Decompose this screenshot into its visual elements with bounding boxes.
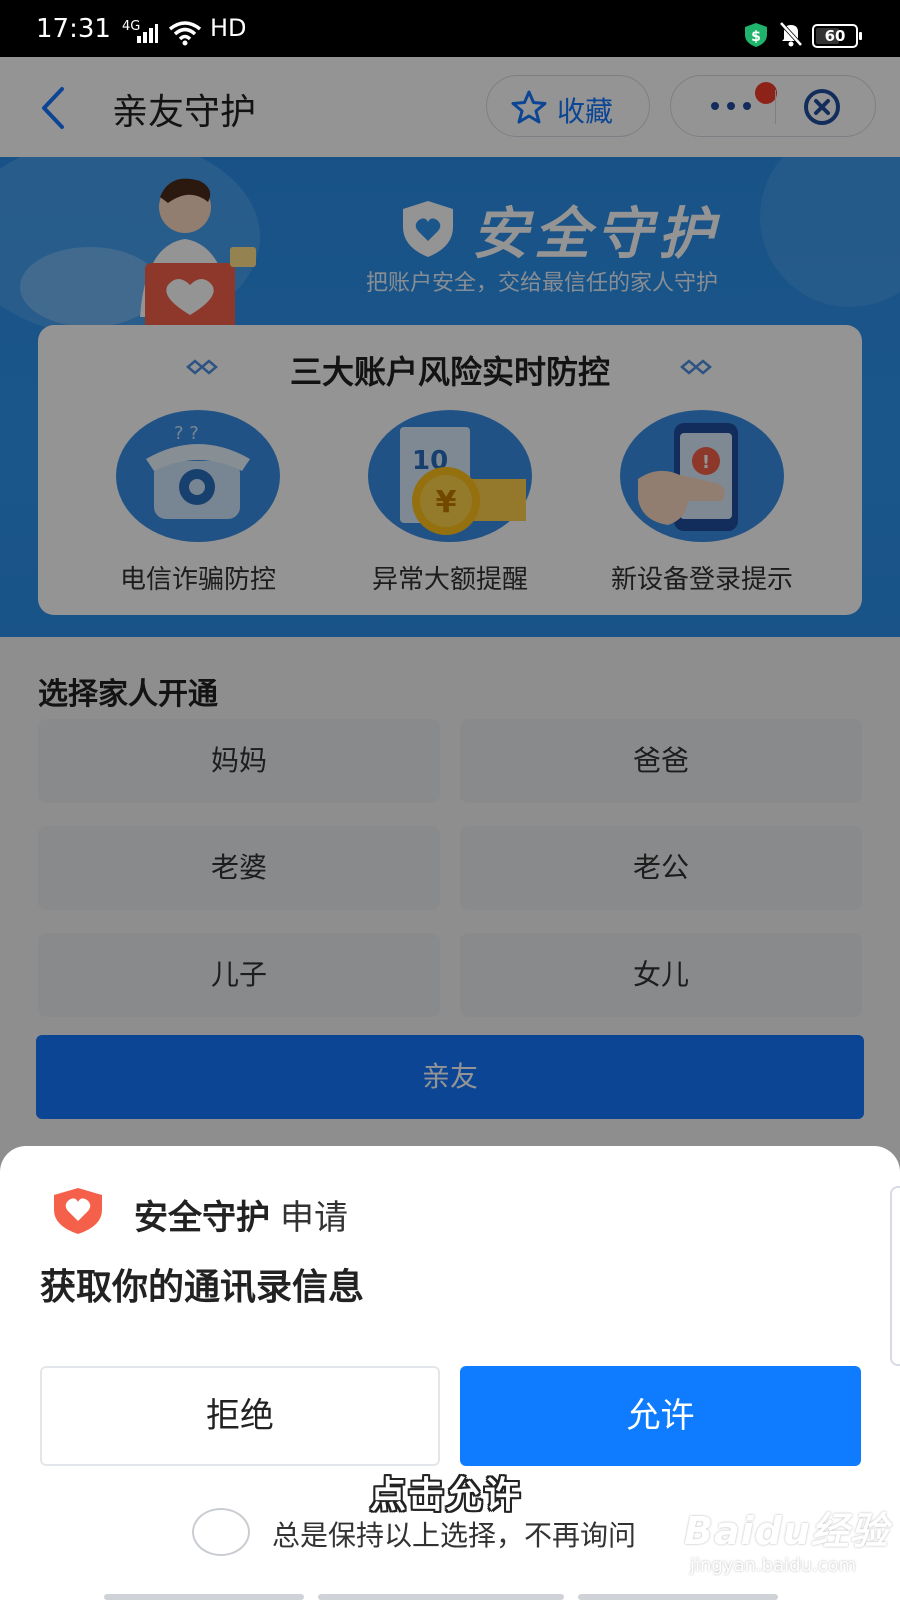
status-time: 17:31 [36,14,111,44]
tutorial-caption: 点击允许 [370,1475,523,1516]
deny-button[interactable]: 拒绝 [40,1366,440,1466]
status-bar: 17:31 4G HD $ 60 [0,0,900,57]
svg-text:$: $ [751,29,761,45]
permission-requester: 安全守护 申请 [134,1190,348,1239]
remember-choice-radio[interactable] [192,1508,250,1556]
mute-bell-icon [778,20,804,52]
signal-icon [136,22,158,48]
sheet-side-handle [890,1186,900,1366]
requester-app-name: 安全守护 [134,1198,270,1238]
bottom-nav-bar [0,1592,900,1600]
allow-button[interactable]: 允许 [460,1366,861,1466]
security-shield-icon: $ [744,22,768,52]
nav-bar-segment [318,1594,564,1600]
watermark-url: jingyan.baidu.com [690,1555,857,1576]
battery-percent: 60 [824,27,846,45]
request-verb: 申请 [280,1198,348,1238]
app-shield-icon [52,1186,104,1240]
remember-choice-label[interactable]: 总是保持以上选择，不再询问 [272,1514,636,1554]
baidu-watermark: Baidu经验 jingyan.baidu.com [684,1500,889,1576]
nav-bar-segment [578,1594,778,1600]
nav-bar-segment [104,1594,304,1600]
battery-indicator: 60 [812,24,862,48]
wifi-icon [168,20,202,50]
permission-description: 获取你的通讯录信息 [40,1267,365,1308]
hd-indicator: HD [210,14,247,42]
watermark-logo-text: Baidu经验 [684,1509,889,1553]
